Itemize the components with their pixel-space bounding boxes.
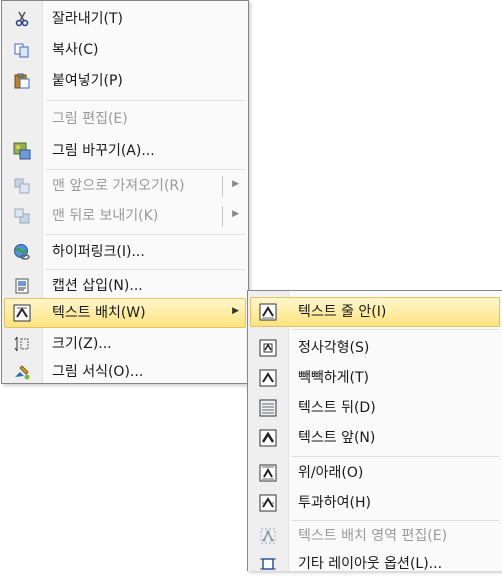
menu-item-format-picture[interactable]: 그림 서식(O)... xyxy=(4,357,246,387)
submenu-item-in-front-of-text[interactable]: 텍스트 앞(N) xyxy=(250,423,500,453)
text-wrapping-submenu: 텍스트 줄 안(I) 정사각형(S) 빽빽하게(T) 텍스트 뒤(D) 텍스트 … xyxy=(247,290,502,572)
menu-separator xyxy=(46,169,245,170)
copy-icon xyxy=(13,41,31,59)
menu-item-paste[interactable]: 붙여넣기(P) xyxy=(4,66,246,96)
wrap-inline-icon xyxy=(259,303,277,321)
wrap-tight-icon xyxy=(259,369,277,387)
submenu-item-through[interactable]: 투과하여(H) xyxy=(250,488,500,518)
menu-item-label: 크기(Z)... xyxy=(52,336,112,352)
menu-separator xyxy=(46,234,245,235)
text-wrap-icon xyxy=(13,304,31,322)
menu-item-label: 그림 서식(O)... xyxy=(52,364,144,380)
submenu-divider xyxy=(222,206,223,227)
menu-item-insert-caption[interactable]: 캡션 삽입(N)... xyxy=(4,271,246,301)
change-picture-icon xyxy=(13,142,31,160)
menu-item-label: 캡션 삽입(N)... xyxy=(52,278,143,294)
menu-item-label: 텍스트 앞(N) xyxy=(298,430,376,446)
menu-item-send-to-back[interactable]: 맨 뒤로 보내기(K) ▶ xyxy=(4,201,246,231)
menu-item-label: 투과하여(H) xyxy=(298,495,371,511)
menu-separator xyxy=(46,100,245,101)
menu-item-bring-to-front[interactable]: 맨 앞으로 가져오기(R) ▶ xyxy=(4,171,246,201)
menu-item-size[interactable]: 크기(Z)... xyxy=(4,329,246,359)
menu-item-change-picture[interactable]: 그림 바꾸기(A)... xyxy=(4,136,246,166)
menu-separator xyxy=(46,269,245,270)
submenu-arrow-icon: ▶ xyxy=(232,209,239,219)
insert-caption-icon xyxy=(13,277,31,295)
context-menu: 잘라내기(T) 복사(C) 붙여넣기(P) 그림 편집(E) 그림 바꾸기(A)… xyxy=(1,0,249,384)
menu-item-label: 그림 바꾸기(A)... xyxy=(52,143,155,159)
submenu-item-top-and-bottom[interactable]: 위/아래(O) xyxy=(250,458,500,488)
menu-item-edit-picture[interactable]: 그림 편집(E) xyxy=(4,104,246,134)
submenu-item-tight[interactable]: 빽빽하게(T) xyxy=(250,363,500,393)
submenu-item-behind-text[interactable]: 텍스트 뒤(D) xyxy=(250,393,500,423)
menu-item-label: 그림 편집(E) xyxy=(52,111,128,127)
submenu-item-inline-with-text[interactable]: 텍스트 줄 안(I) xyxy=(250,297,500,327)
wrap-front-icon xyxy=(259,429,277,447)
submenu-arrow-icon: ▶ xyxy=(232,179,239,189)
menu-item-label: 위/아래(O) xyxy=(298,465,364,481)
submenu-item-more-layout-options[interactable]: 기타 레이아웃 옵션(L)... xyxy=(250,549,500,579)
menu-item-label: 복사(C) xyxy=(52,42,99,58)
menu-separator xyxy=(292,329,499,330)
paste-icon xyxy=(13,72,31,90)
menu-item-text-wrapping[interactable]: 텍스트 배치(W) ▶ xyxy=(4,298,246,328)
menu-item-label: 텍스트 배치 영역 편집(E) xyxy=(298,528,448,544)
menu-item-label: 텍스트 배치(W) xyxy=(52,305,146,321)
wrap-behind-icon xyxy=(259,399,277,417)
menu-item-label: 정사각형(S) xyxy=(298,340,370,356)
menu-item-label: 맨 앞으로 가져오기(R) xyxy=(52,178,185,194)
send-to-back-icon xyxy=(13,207,31,225)
menu-separator xyxy=(292,456,499,457)
wrap-square-icon xyxy=(259,339,277,357)
wrap-top-bottom-icon xyxy=(259,464,277,482)
format-picture-icon xyxy=(13,363,31,381)
menu-item-label: 텍스트 줄 안(I) xyxy=(298,304,387,320)
size-icon xyxy=(13,335,31,353)
hyperlink-icon xyxy=(13,243,31,261)
menu-item-cut[interactable]: 잘라내기(T) xyxy=(4,4,246,34)
menu-item-label: 붙여넣기(P) xyxy=(52,73,123,89)
submenu-item-edit-wrap-points[interactable]: 텍스트 배치 영역 편집(E) xyxy=(250,521,500,551)
menu-item-hyperlink[interactable]: 하이퍼링크(I)... xyxy=(4,237,246,267)
menu-item-label: 잘라내기(T) xyxy=(52,11,123,27)
scissors-icon xyxy=(13,10,31,28)
menu-item-label: 기타 레이아웃 옵션(L)... xyxy=(298,556,443,572)
bring-to-front-icon xyxy=(13,177,31,195)
submenu-divider xyxy=(222,176,223,197)
more-layout-options-icon xyxy=(259,555,277,573)
menu-item-label: 하이퍼링크(I)... xyxy=(52,244,145,260)
menu-item-label: 텍스트 뒤(D) xyxy=(298,400,376,416)
submenu-arrow-icon: ▶ xyxy=(232,306,239,316)
edit-wrap-points-icon xyxy=(259,527,277,545)
menu-item-label: 빽빽하게(T) xyxy=(298,370,369,386)
menu-item-copy[interactable]: 복사(C) xyxy=(4,35,246,65)
submenu-item-square[interactable]: 정사각형(S) xyxy=(250,333,500,363)
menu-item-label: 맨 뒤로 보내기(K) xyxy=(52,208,159,224)
wrap-through-icon xyxy=(259,494,277,512)
